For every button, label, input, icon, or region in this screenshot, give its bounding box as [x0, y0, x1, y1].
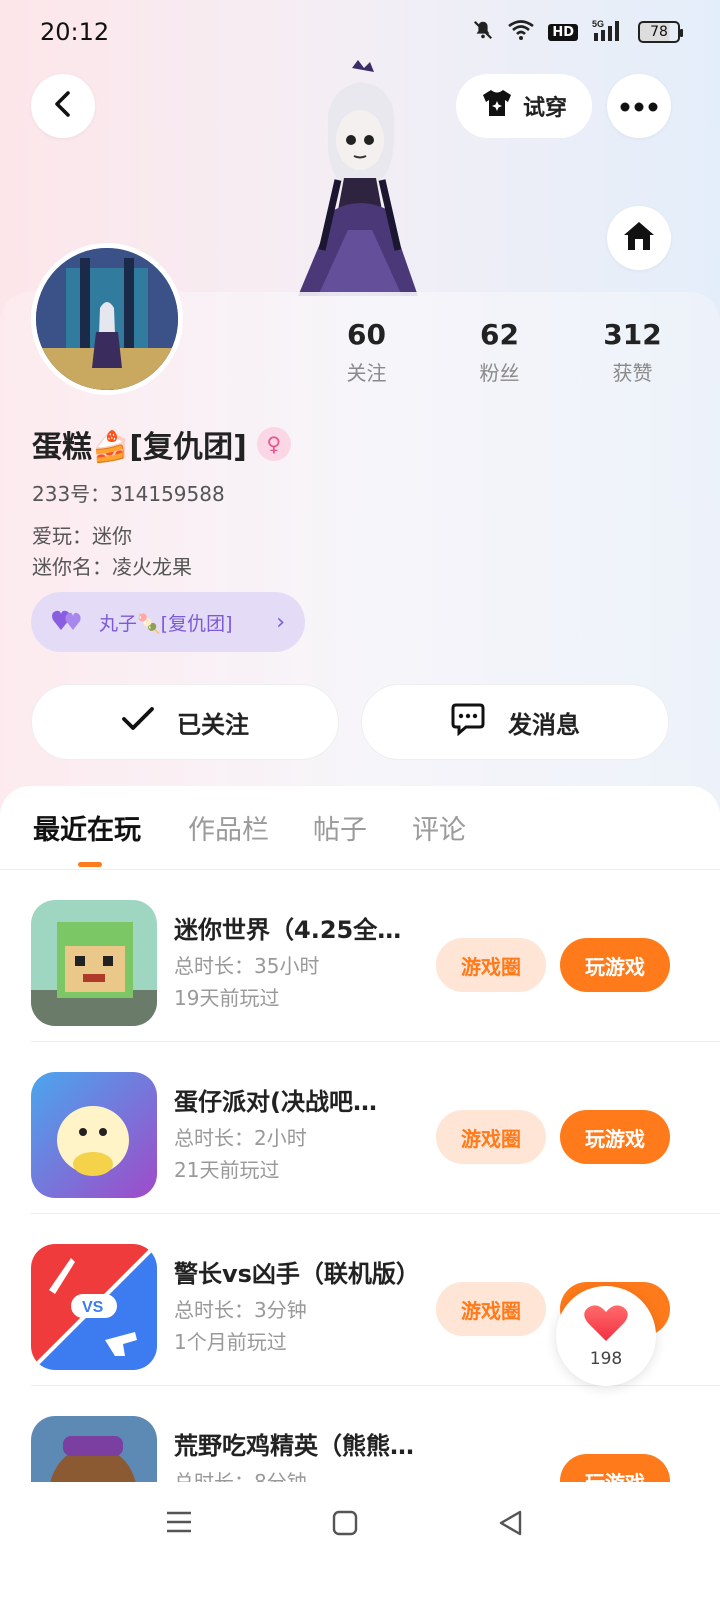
stat-following-label: 关注 — [346, 361, 387, 385]
more-dots-icon — [620, 97, 658, 116]
signal-5g-icon: 5G — [592, 19, 624, 46]
tab-posts[interactable]: 帖子 — [313, 808, 367, 847]
wifi-icon — [508, 19, 535, 45]
group-chip[interactable]: 丸子🍡[复仇团] › — [31, 592, 305, 652]
svg-text:5G: 5G — [592, 19, 604, 29]
stat-following-count: 60 — [347, 318, 386, 351]
svg-text:VS: VS — [82, 1299, 104, 1316]
status-time: 20:12 — [40, 18, 110, 46]
mute-bell-icon — [472, 19, 494, 46]
tab-comments[interactable]: 评论 — [412, 808, 466, 847]
stat-fans-label: 粉丝 — [479, 361, 520, 385]
checkmark-icon — [121, 706, 155, 738]
send-message-button[interactable]: 发消息 — [361, 684, 669, 760]
avatar[interactable] — [31, 243, 183, 395]
try-on-button[interactable]: 试穿 — [456, 74, 592, 138]
menu-icon[interactable] — [166, 1510, 192, 1538]
game-duration: 总时长：35小时 — [174, 954, 320, 978]
game-icon-mini-world — [31, 900, 157, 1026]
following-button[interactable]: 已关注 — [31, 684, 339, 760]
stat-following[interactable]: 60 关注 — [300, 318, 433, 386]
tshirt-icon — [481, 88, 513, 124]
home-button[interactable] — [607, 206, 671, 270]
back-button[interactable] — [31, 74, 95, 138]
send-message-label: 发消息 — [508, 710, 580, 739]
favorite-game: 爱玩：迷你 — [32, 524, 132, 548]
game-row[interactable]: 迷你世界（4.25全… 总时长：35小时 19天前玩过 游戏圈 玩游戏 — [0, 870, 720, 1042]
status-bar: 20:12 HD 5G 78 — [0, 0, 720, 64]
battery-icon: 78 — [638, 21, 683, 43]
chevron-right-icon: › — [276, 609, 285, 635]
back-triangle-icon[interactable] — [498, 1510, 524, 1540]
tab-bar: 最近在玩 作品栏 帖子 评论 — [0, 786, 720, 870]
chat-bubble-icon — [450, 702, 486, 742]
game-last-played: 21天前玩过 — [174, 1158, 280, 1182]
game-icon-eggy-party — [31, 1072, 157, 1198]
game-circle-button[interactable]: 游戏圈 — [436, 1282, 546, 1336]
like-count: 198 — [589, 1349, 623, 1369]
game-title: 荒野吃鸡精英（熊熊精英） — [174, 1432, 424, 1460]
chevron-left-icon — [51, 90, 75, 122]
following-label: 已关注 — [177, 710, 249, 739]
tab-recently-played[interactable]: 最近在玩 — [33, 808, 141, 847]
avatar-character-illustration — [268, 60, 454, 296]
try-on-label: 试穿 — [522, 96, 567, 121]
play-game-button[interactable]: 玩游戏 — [560, 1110, 670, 1164]
heart-icon — [583, 1303, 629, 1347]
game-title: 迷你世界（4.25全… — [174, 916, 402, 944]
game-circle-button[interactable]: 游戏圈 — [436, 938, 546, 992]
group-chip-label: 丸子🍡[复仇团] — [99, 612, 233, 635]
game-title: 蛋仔派对(决战吧… — [174, 1088, 377, 1116]
status-icons: HD 5G 78 — [472, 19, 683, 46]
like-floating-button[interactable]: 198 — [556, 1286, 656, 1386]
game-title: 警长vs凶手（联机版） — [174, 1260, 420, 1288]
play-game-button[interactable]: 玩游戏 — [560, 938, 670, 992]
more-options-button[interactable] — [607, 74, 671, 138]
game-row[interactable]: 蛋仔派对(决战吧… 总时长：2小时 21天前玩过 游戏圈 玩游戏 — [0, 1042, 720, 1214]
stat-likes-count: 312 — [603, 318, 662, 351]
system-nav-bar — [0, 1482, 720, 1612]
game-icon-sheriff-vs-murderer: VS — [31, 1244, 157, 1370]
home-square-icon[interactable] — [332, 1510, 358, 1540]
game-duration: 总时长：3分钟 — [174, 1298, 307, 1322]
heart-pair-icon — [51, 608, 85, 637]
house-icon — [622, 220, 656, 256]
game-duration: 总时长：2小时 — [174, 1126, 307, 1150]
mini-name: 迷你名：凌火龙果 — [32, 555, 192, 579]
tab-works[interactable]: 作品栏 — [188, 808, 269, 847]
female-gender-icon: ♀ — [256, 427, 291, 461]
tab-active-indicator — [78, 862, 102, 867]
game-last-played: 1个月前玩过 — [174, 1330, 287, 1354]
stat-fans[interactable]: 62 粉丝 — [433, 318, 566, 386]
game-last-played: 19天前玩过 — [174, 986, 280, 1010]
hd-icon: HD — [548, 23, 578, 41]
profile-stats: 60 关注 62 粉丝 312 获赞 — [300, 318, 700, 386]
username: 蛋糕🍰[复仇团] — [32, 430, 247, 465]
game-circle-button[interactable]: 游戏圈 — [436, 1110, 546, 1164]
user-id: 233号：314159588 — [32, 482, 225, 506]
stat-likes[interactable]: 312 获赞 — [566, 318, 699, 386]
stat-fans-count: 62 — [480, 318, 519, 351]
username-row: 蛋糕🍰[复仇团] ♀ — [32, 422, 291, 466]
stat-likes-label: 获赞 — [612, 361, 653, 385]
